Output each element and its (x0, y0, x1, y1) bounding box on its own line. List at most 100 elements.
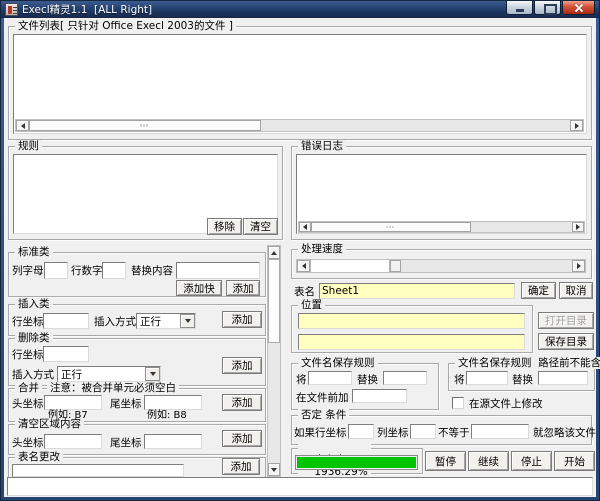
memory-progress (295, 455, 418, 470)
scrollbar-thumb[interactable] (29, 120, 261, 131)
modify-source-checkbox[interactable] (452, 397, 464, 409)
rule2-to-label: 替换 (512, 374, 533, 386)
sheet-name-input[interactable] (319, 283, 515, 299)
speed-legend: 处理速度 (298, 243, 346, 255)
scrollbar-track[interactable] (471, 222, 572, 232)
insert-mode-label: 插入方式 (94, 316, 136, 328)
rule2-from-input[interactable] (466, 371, 508, 385)
scroll-down-button[interactable] (268, 463, 280, 476)
left-panel-scrollbar[interactable] (267, 245, 281, 477)
maximize-button[interactable] (534, 1, 561, 15)
negate-row-input[interactable] (348, 424, 374, 439)
delete-add-button[interactable]: 添加 (222, 357, 262, 374)
rule-to-label: 替换 (357, 374, 378, 386)
merge-legend: 合并 (15, 382, 42, 394)
filename-rule2-legend: 文件名保存规则 路径前不能含有 (455, 357, 600, 369)
slider-track[interactable] (401, 260, 572, 272)
file-list-hscrollbar[interactable] (15, 119, 584, 132)
scrollbar-track[interactable] (261, 120, 570, 131)
scroll-right-button[interactable] (572, 222, 584, 232)
insert-legend: 插入类 (15, 298, 53, 310)
rules-remove-button[interactable]: 移除 (207, 218, 242, 235)
insert-mode-select[interactable]: 正行 (136, 313, 196, 329)
rule-to-input[interactable] (383, 371, 427, 385)
rules-clear-button[interactable]: 清空 (243, 218, 278, 235)
delete-mode-value: 正行 (61, 367, 82, 382)
modify-source-label: 在源文件上修改 (469, 398, 543, 410)
arrow-right-icon (576, 224, 580, 230)
insert-row-coord-label: 行坐标 (12, 316, 44, 328)
arrow-up-icon (271, 251, 277, 255)
standard-legend: 标准类 (15, 246, 53, 258)
slider-right-button[interactable] (572, 260, 585, 272)
col-letter-input[interactable] (44, 262, 68, 279)
rule-prefix-input[interactable] (352, 389, 407, 403)
clear-head-label: 头坐标 (12, 437, 44, 449)
scroll-up-button[interactable] (268, 246, 280, 259)
rule2-from-label: 将 (454, 374, 465, 386)
sheet-name-label: 表名 (294, 286, 315, 298)
negate-col-input[interactable] (410, 424, 436, 439)
scrollbar-thumb[interactable] (268, 259, 280, 343)
title-bar[interactable]: Execl精灵1.1 [ALL Right] (1, 1, 599, 18)
rename-sheet-input[interactable] (12, 464, 184, 477)
negate-legend: 否定 条件 (298, 409, 349, 421)
merge-head-input[interactable] (44, 395, 102, 410)
scrollbar-track[interactable] (268, 343, 280, 463)
rename-sheet-legend: 表名更改 (15, 451, 63, 463)
error-log-hscrollbar[interactable] (298, 221, 585, 233)
close-button[interactable] (562, 1, 595, 15)
rule-from-input[interactable] (308, 371, 352, 385)
rules-legend: 规则 (15, 140, 42, 152)
scroll-left-button[interactable] (299, 222, 311, 232)
insert-add-button[interactable]: 添加 (222, 311, 262, 328)
merge-note: 注意：被合并单元必须空白 (47, 382, 179, 394)
scroll-right-button[interactable] (570, 120, 583, 131)
negate-value-input[interactable] (471, 424, 529, 439)
standard-add-button[interactable]: 添加 (226, 280, 260, 296)
col-letter-label: 列字母 (12, 265, 44, 277)
stop-button[interactable]: 停止 (511, 451, 552, 471)
open-dir-button: 打开目录 (538, 312, 594, 329)
slider-thumb[interactable] (390, 260, 401, 272)
scroll-left-button[interactable] (16, 120, 29, 131)
ok-button[interactable]: 确定 (521, 282, 556, 299)
slider-left-button[interactable] (297, 260, 310, 272)
rule2-to-input[interactable] (538, 371, 588, 385)
arrow-left-icon (303, 224, 307, 230)
speed-slider[interactable] (296, 259, 586, 273)
arrow-left-icon (302, 263, 306, 269)
replace-content-input[interactable] (176, 262, 260, 279)
delete-mode-label: 插入方式 (12, 369, 54, 381)
delete-mode-select[interactable]: 正行 (57, 366, 161, 382)
open-path-input[interactable] (298, 313, 525, 329)
add-fast-button[interactable]: 添加快 (176, 280, 222, 296)
app-icon (5, 3, 18, 16)
start-button[interactable]: 开始 (554, 451, 595, 471)
clear-tail-input[interactable] (144, 434, 202, 449)
rule-prefix-label: 在文件前加 (296, 392, 349, 404)
clear-tail-label: 尾坐标 (110, 437, 142, 449)
pause-button[interactable]: 暂停 (425, 451, 466, 471)
merge-add-button[interactable]: 添加 (222, 394, 262, 411)
arrow-right-icon (575, 123, 579, 129)
slider-page-area[interactable] (310, 260, 390, 272)
minimize-button[interactable] (506, 1, 533, 15)
save-dir-button[interactable]: 保存目录 (538, 333, 594, 350)
status-output[interactable] (7, 477, 593, 496)
insert-row-coord-input[interactable] (43, 313, 89, 329)
negate-not-equal-label: 不等于 (438, 427, 470, 439)
rename-add-button[interactable]: 添加 (222, 458, 260, 475)
scrollbar-thumb[interactable] (311, 222, 471, 232)
merge-tail-input[interactable] (144, 395, 202, 410)
file-list-legend: 文件列表[ 只针对 Office Execl 2003的文件 ] (15, 20, 236, 32)
clear-area-add-button[interactable]: 添加 (222, 430, 262, 447)
location-legend: 位置 (298, 299, 325, 311)
cancel-button[interactable]: 取消 (559, 282, 593, 299)
save-path-input[interactable] (298, 334, 525, 350)
delete-row-coord-input[interactable] (43, 346, 89, 362)
row-number-input[interactable] (102, 262, 126, 279)
clear-head-input[interactable] (44, 434, 102, 449)
replace-content-label: 替换内容 (131, 265, 173, 277)
resume-button[interactable]: 继续 (468, 451, 509, 471)
